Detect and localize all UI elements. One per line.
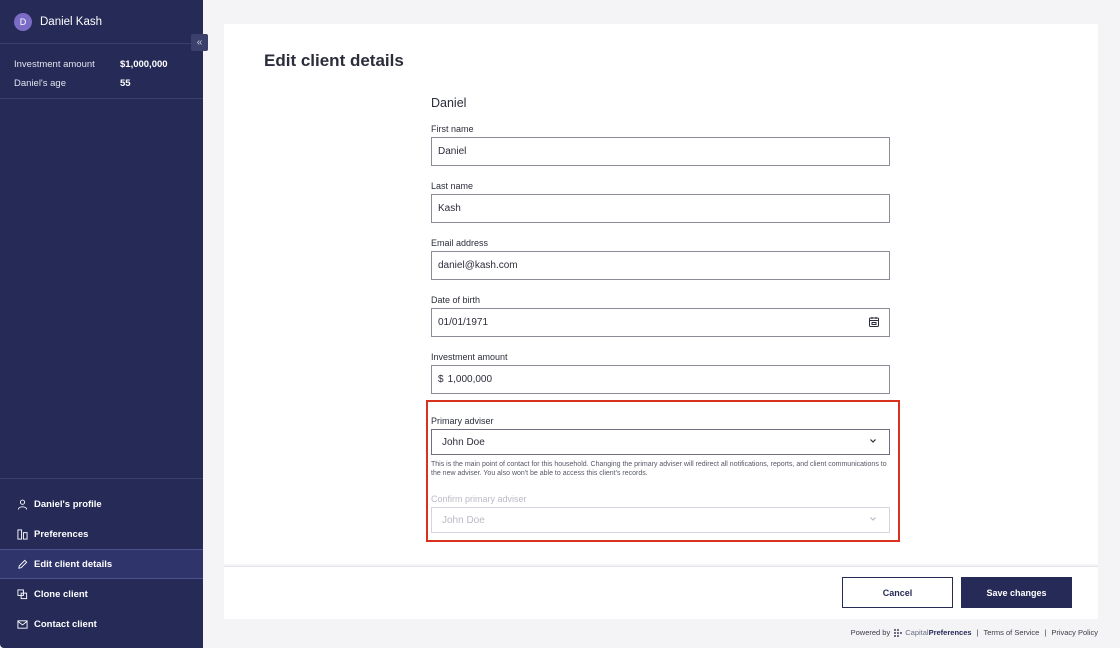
email-value: daniel@kash.com <box>438 260 518 271</box>
stat-row-age: Daniel's age 55 <box>14 74 189 93</box>
clone-icon <box>16 588 28 600</box>
section-name: Daniel <box>431 96 467 110</box>
first-name-value: Daniel <box>438 146 467 157</box>
preferences-icon <box>16 528 28 540</box>
page-title: Edit client details <box>264 51 404 70</box>
avatar: D <box>14 12 32 31</box>
powered-by-text: Powered by <box>850 628 891 637</box>
sidebar-item-profile[interactable]: Daniel's profile <box>0 489 203 519</box>
pencil-icon <box>16 558 28 570</box>
dob-label: Date of birth <box>431 295 481 305</box>
last-name-input[interactable]: Kash <box>431 194 890 223</box>
dob-value: 01/01/1971 <box>438 317 489 328</box>
investment-group: Investment amount $ 1,000,000 <box>431 352 891 394</box>
sidebar-item-preferences[interactable]: Preferences <box>0 519 203 549</box>
sidebar-item-label: Edit client details <box>34 558 113 570</box>
person-icon <box>16 498 28 510</box>
investment-value: 1,000,000 <box>447 374 493 385</box>
sidebar: D Daniel Kash Investment amount $1,000,0… <box>0 0 203 648</box>
cancel-button[interactable]: Cancel <box>842 577 953 608</box>
sidebar-item-contact-client[interactable]: Contact client <box>0 609 203 639</box>
investment-input[interactable]: $ 1,000,000 <box>431 365 890 394</box>
sidebar-item-label: Contact client <box>34 618 97 630</box>
sidebar-item-clone-client[interactable]: Clone client <box>0 579 203 609</box>
last-name-group: Last name Kash <box>431 181 891 223</box>
highlight-box <box>426 400 900 542</box>
powered-by-footer: Powered by Capital Preferences | Terms o… <box>851 628 1098 637</box>
first-name-group: First name Daniel <box>431 124 891 166</box>
email-label: Email address <box>431 238 489 248</box>
edit-client-card: Edit client details Daniel First name Da… <box>224 24 1098 564</box>
investment-label: Investment amount <box>431 352 508 362</box>
privacy-link[interactable]: Privacy Policy <box>1051 628 1098 637</box>
email-group: Email address daniel@kash.com <box>431 238 891 280</box>
stat-value: $1,000,000 <box>120 59 168 70</box>
collapse-sidebar-button[interactable]: « <box>191 34 208 51</box>
sidebar-item-label: Preferences <box>34 528 89 540</box>
footer-separator: | <box>976 628 979 637</box>
footer-separator: | <box>1044 628 1047 637</box>
stat-value: 55 <box>120 78 131 89</box>
brand-preferences: Preferences <box>928 628 972 637</box>
save-changes-button[interactable]: Save changes <box>961 577 1072 608</box>
client-stats: Investment amount $1,000,000 Daniel's ag… <box>0 44 203 99</box>
last-name-label: Last name <box>431 181 474 191</box>
last-name-value: Kash <box>438 203 461 214</box>
dob-input[interactable]: 01/01/1971 <box>431 308 890 337</box>
first-name-input[interactable]: Daniel <box>431 137 890 166</box>
sidebar-item-edit-client-details[interactable]: Edit client details <box>0 549 203 579</box>
mail-icon <box>16 618 28 630</box>
stat-label: Daniel's age <box>14 78 66 89</box>
stat-label: Investment amount <box>14 59 95 70</box>
sidebar-nav: Daniel's profile Preferences Edit client… <box>0 478 203 639</box>
email-input[interactable]: daniel@kash.com <box>431 251 890 280</box>
action-bar: Cancel Save changes <box>224 566 1098 619</box>
brand-capital: Capital <box>905 628 929 637</box>
currency-prefix: $ <box>438 374 444 385</box>
stat-row-investment: Investment amount $1,000,000 <box>14 55 189 74</box>
calendar-icon[interactable] <box>868 316 881 329</box>
terms-link[interactable]: Terms of Service <box>984 628 1040 637</box>
grid-logo-icon <box>894 628 903 637</box>
dob-group: Date of birth 01/01/1971 <box>431 295 891 337</box>
client-name: Daniel Kash <box>40 15 103 28</box>
sidebar-item-label: Daniel's profile <box>34 498 102 510</box>
first-name-label: First name <box>431 124 474 134</box>
client-header: D Daniel Kash <box>0 0 203 44</box>
sidebar-item-label: Clone client <box>34 588 88 600</box>
